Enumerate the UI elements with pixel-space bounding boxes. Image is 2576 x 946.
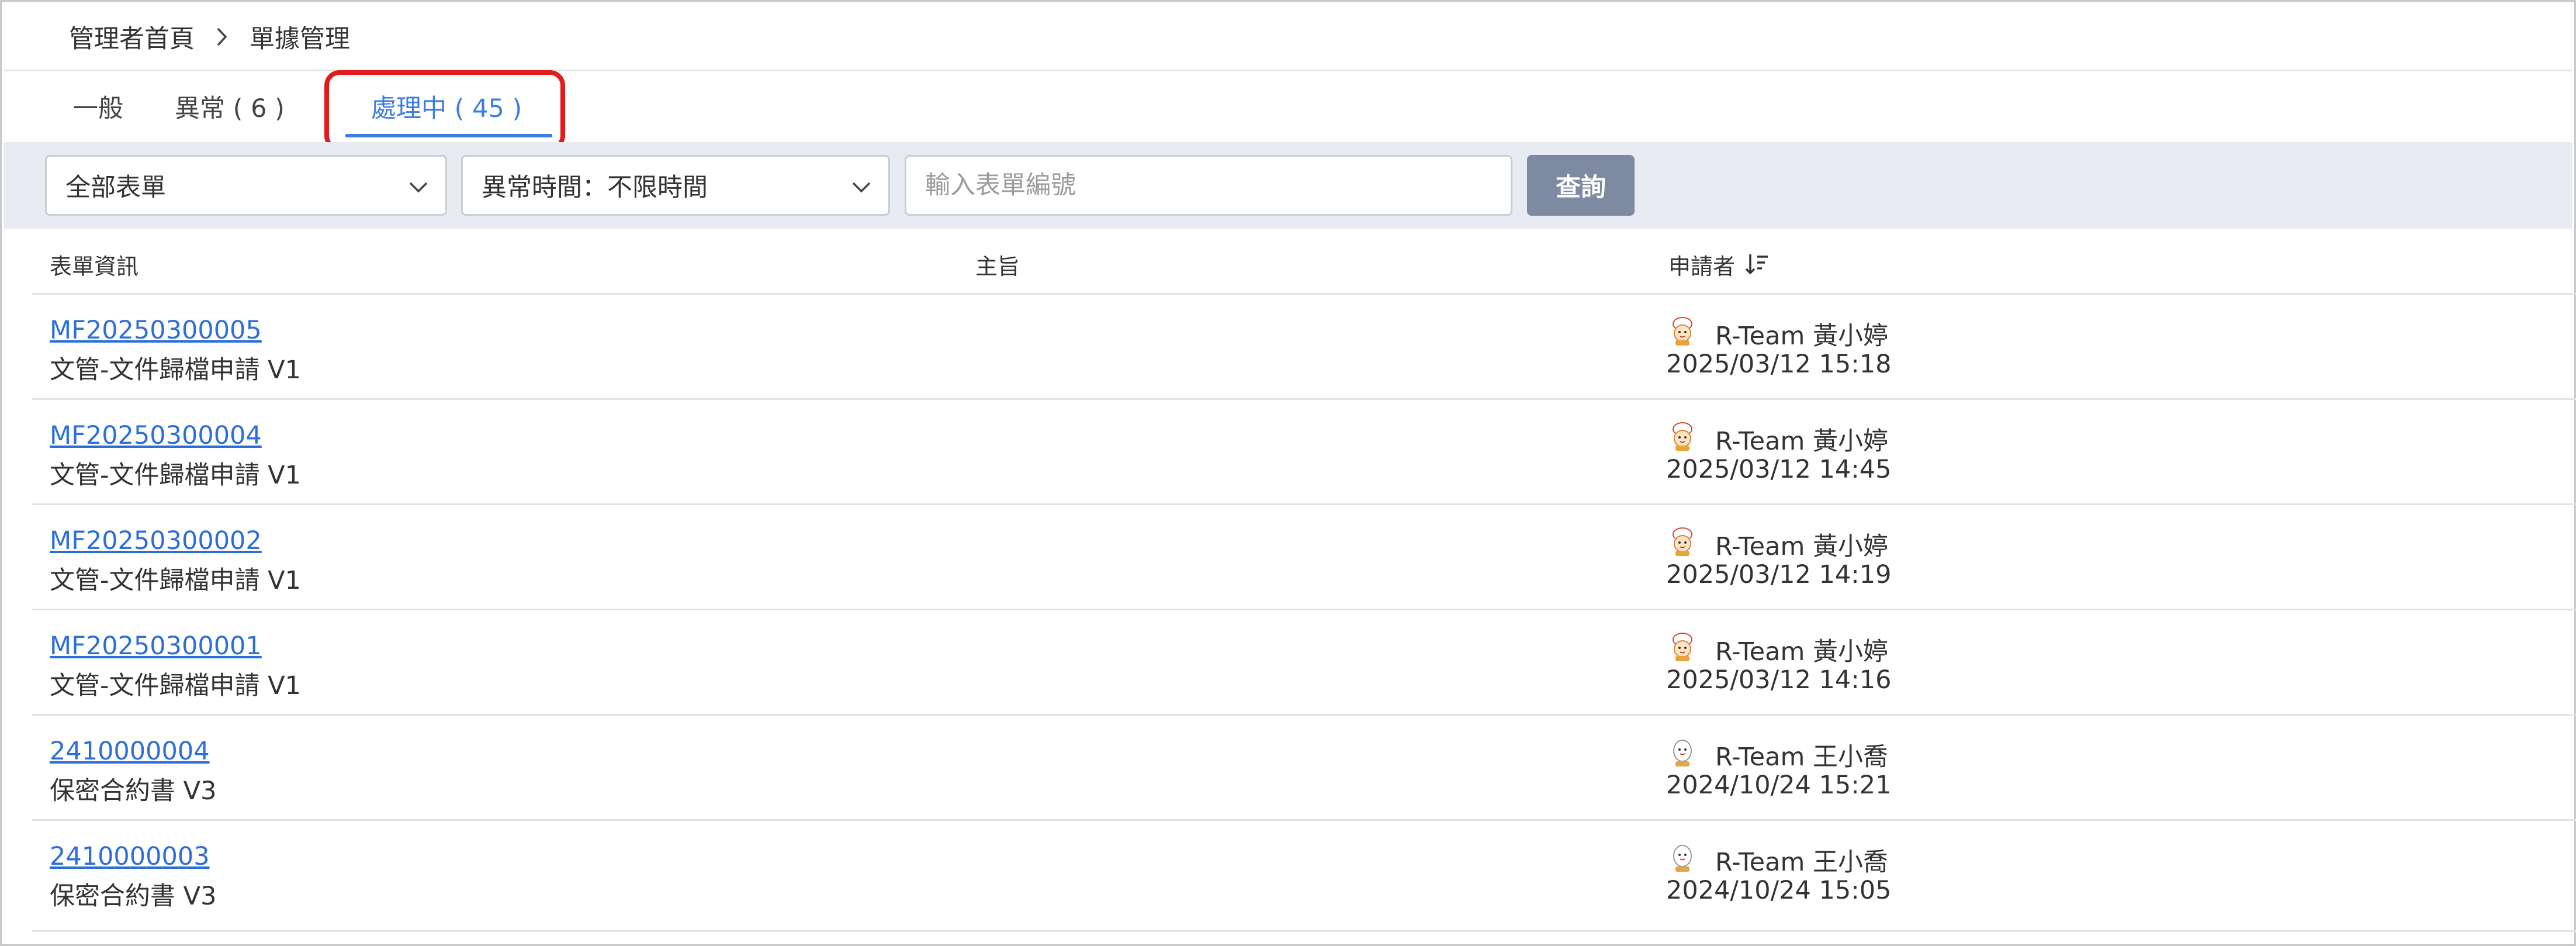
applied-datetime: 2024/10/24 15:05	[1666, 876, 1892, 905]
chevron-down-icon	[409, 182, 428, 193]
form-name: 保密合約書 V3	[50, 776, 217, 806]
form-name: 文管-文件歸檔申請 V1	[50, 355, 301, 385]
form-number-link[interactable]: 2410000003	[50, 842, 210, 871]
breadcrumb-current: 單據管理	[250, 25, 350, 54]
applied-datetime: 2024/10/24 15:21	[1666, 771, 1892, 800]
chef-avatar-icon	[1666, 525, 1699, 558]
egg-avatar-icon	[1666, 736, 1699, 768]
tab-abnormal[interactable]: 異常 ( 6 )	[175, 88, 285, 125]
form-name: 保密合約書 V3	[50, 882, 217, 911]
breadcrumb-home[interactable]: 管理者首頁	[69, 19, 195, 55]
egg-avatar-icon	[1666, 841, 1699, 874]
time-range-value: 異常時間：不限時間	[482, 173, 708, 202]
chevron-right-icon	[216, 26, 228, 47]
applicant-name: R-Team 王小喬	[1715, 743, 1889, 772]
chef-avatar-icon	[1666, 420, 1699, 453]
applied-datetime: 2025/03/12 15:18	[1666, 350, 1892, 379]
column-header-applicant[interactable]: 申請者	[1668, 247, 1770, 281]
form-name: 文管-文件歸檔申請 V1	[50, 566, 301, 595]
highlight-annotation	[324, 70, 565, 151]
app-window: 管理者首頁 單據管理 一般 異常 ( 6 ) 處理中 ( 45 ) 全部表單 異…	[0, 0, 2576, 946]
form-name: 文管-文件歸檔申請 V1	[50, 671, 301, 700]
query-button[interactable]: 查詢	[1527, 155, 1635, 216]
column-header-form-info: 表單資訊	[50, 253, 139, 279]
table-row: 2410000004 保密合約書 V3 R-Team 王小喬 2024/10/24 1…	[32, 714, 2576, 819]
table-bottom-divider	[32, 930, 2576, 932]
time-range-select[interactable]: 異常時間：不限時間	[461, 155, 890, 216]
table-row: MF20250300005 文管-文件歸檔申請 V1 R-Team 黃小婷 2025/…	[32, 293, 2576, 398]
applied-datetime: 2025/03/12 14:19	[1666, 560, 1892, 589]
chevron-down-icon	[852, 182, 871, 193]
sort-descending-icon[interactable]	[1743, 251, 1770, 278]
form-number-link[interactable]: MF20250300005	[50, 316, 262, 345]
column-header-applicant-label: 申請者	[1668, 253, 1736, 279]
chef-avatar-icon	[1666, 315, 1699, 347]
form-type-select[interactable]: 全部表單	[45, 155, 447, 216]
form-type-value: 全部表單	[65, 173, 166, 202]
applicant-name: R-Team 王小喬	[1715, 848, 1889, 877]
form-name: 文管-文件歸檔申請 V1	[50, 461, 301, 490]
chef-avatar-icon	[1666, 630, 1699, 663]
applicant-name: R-Team 黃小婷	[1715, 427, 1889, 456]
tab-general[interactable]: 一般	[73, 88, 123, 125]
applicant-name: R-Team 黃小婷	[1715, 532, 1889, 561]
form-number-link[interactable]: MF20250300001	[50, 631, 262, 661]
applicant-name: R-Team 黃小婷	[1715, 637, 1889, 667]
table-row: MF20250300001 文管-文件歸檔申請 V1 R-Team 黃小婷 2025/…	[32, 609, 2576, 714]
column-header-subject: 主旨	[975, 253, 1020, 279]
table-row: MF20250300002 文管-文件歸檔申請 V1 R-Team 黃小婷 2025/…	[32, 503, 2576, 609]
table-row: MF20250300004 文管-文件歸檔申請 V1 R-Team 黃小婷 2025/…	[32, 398, 2576, 503]
form-number-link[interactable]: 2410000004	[50, 737, 210, 766]
form-number-link[interactable]: MF20250300004	[50, 421, 262, 450]
breadcrumb: 管理者首頁 單據管理	[69, 18, 350, 56]
applied-datetime: 2025/03/12 14:16	[1666, 665, 1892, 695]
table-row: 2410000003 保密合約書 V3 R-Team 王小喬 2024/10/24 1…	[32, 819, 2576, 924]
form-number-search-input[interactable]	[905, 155, 1512, 216]
applicant-name: R-Team 黃小婷	[1715, 322, 1889, 351]
form-number-link[interactable]: MF20250300002	[50, 526, 262, 555]
applied-datetime: 2025/03/12 14:45	[1666, 455, 1892, 484]
